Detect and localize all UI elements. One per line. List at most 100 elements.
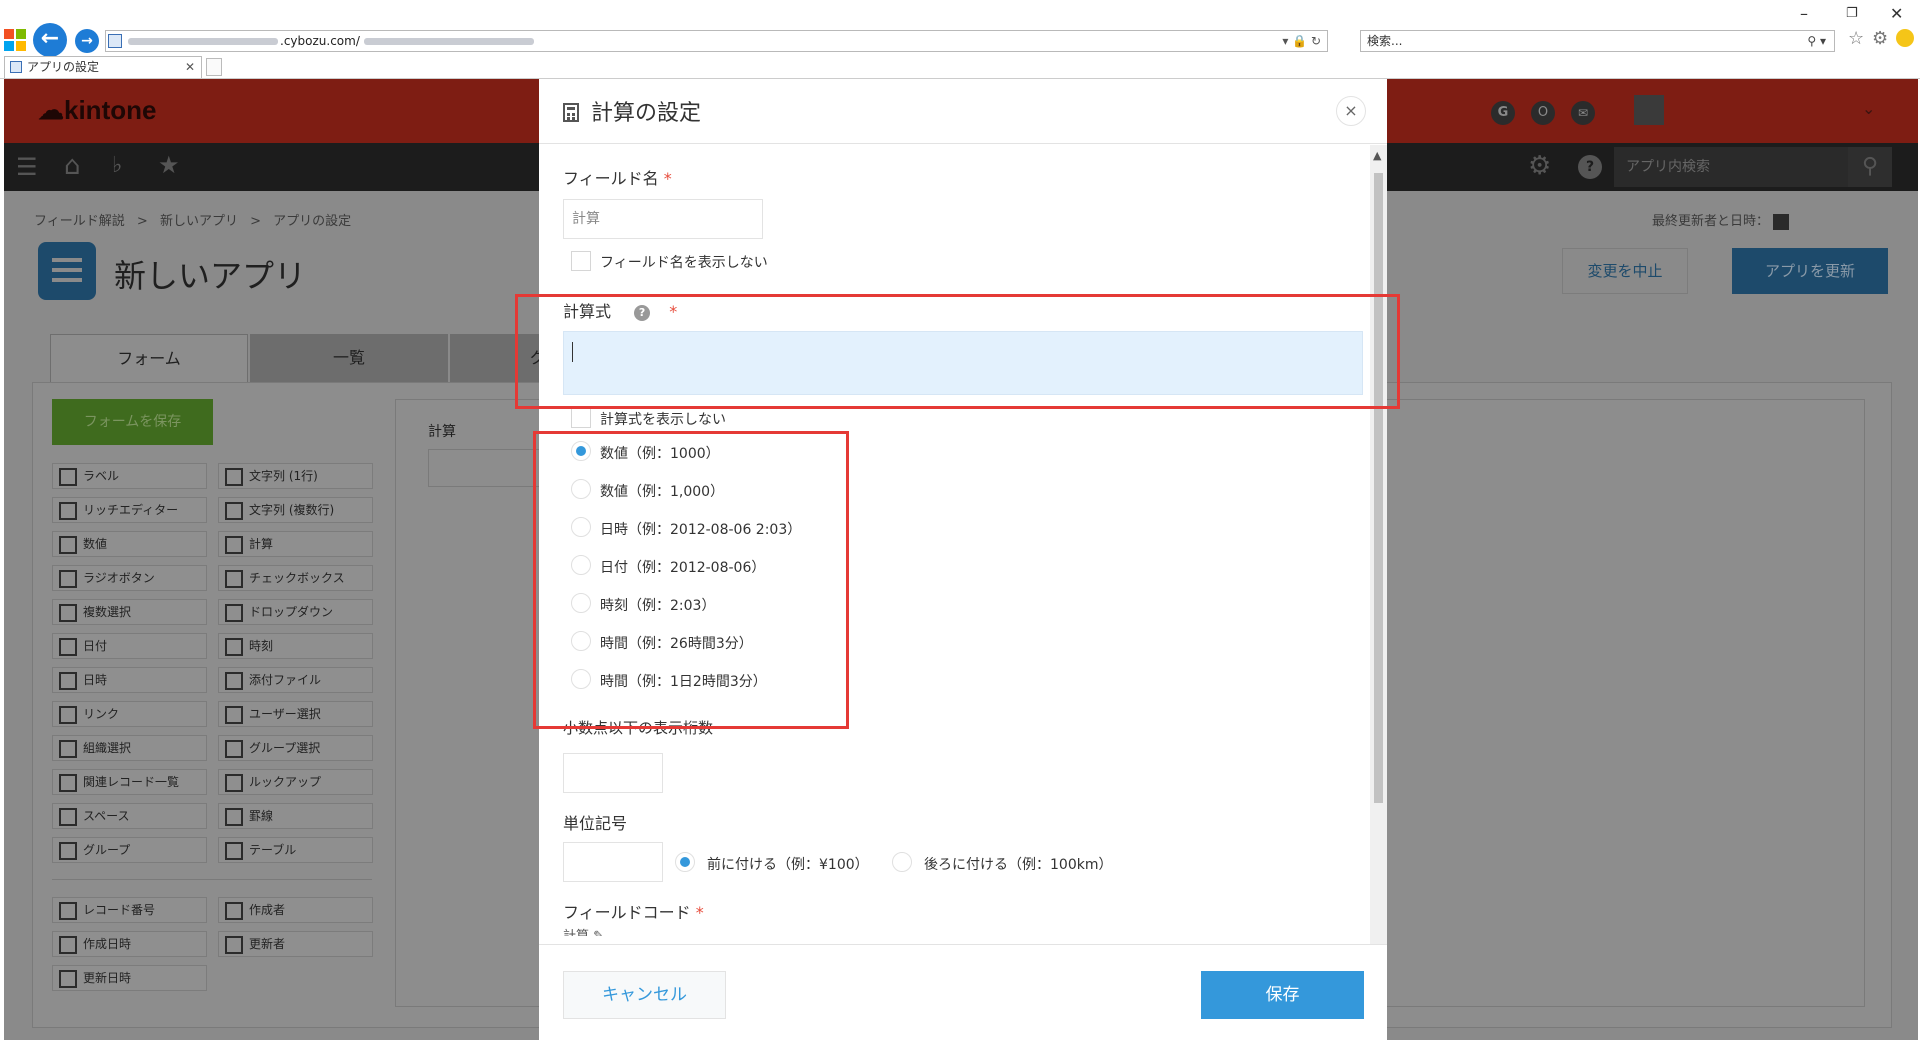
app-search-input[interactable]: アプリ内検索 [1614,147,1848,187]
palette-item[interactable]: 日時 [52,667,207,693]
cloud-icon: ☁ [38,95,64,125]
palette-item[interactable]: 罫線 [218,803,373,829]
save-button[interactable]: 保存 [1201,971,1364,1019]
breadcrumb-item[interactable]: 新しいアプリ [160,214,238,229]
settings-gear-icon[interactable]: ⚙ [1872,28,1888,49]
breadcrumb-item[interactable]: フィールド解説 [34,214,125,229]
palette-item[interactable]: ユーザー選択 [218,701,373,727]
star-icon[interactable]: ★ [158,151,180,179]
palette-item[interactable]: 日付 [52,633,207,659]
address-bar[interactable]: .cybozu.com/ ▾ 🔒 ↻ [105,30,1328,52]
palette-item[interactable]: リンク [52,701,207,727]
scrollbar[interactable]: ▲ ▼ [1370,145,1387,1023]
update-app-button[interactable]: アプリを更新 [1732,248,1888,294]
palette-item[interactable]: 数値 [52,531,207,557]
unit-input[interactable] [563,842,663,882]
unit-before-label: 前に付ける（例：¥100） [707,857,869,873]
field-type-icon [225,671,243,690]
field-type-icon [225,569,243,588]
unit-before-radio[interactable] [675,852,695,872]
palette-item[interactable]: 更新日時 [52,965,207,991]
scroll-thumb[interactable] [1374,173,1383,803]
unit-label: 単位記号 [563,814,628,833]
mail-icon[interactable]: ✉ [1571,101,1595,125]
palette-item[interactable]: 更新者 [218,931,373,957]
tab-title: アプリの設定 [27,60,100,74]
restore-button[interactable]: ❐ [1846,6,1858,21]
breadcrumb-item: アプリの設定 [273,214,352,229]
required-mark: * [663,169,672,188]
palette-item[interactable]: リッチエディター [52,497,207,523]
palette-item[interactable]: スペース [52,803,207,829]
close-dialog-button[interactable]: × [1336,96,1366,126]
field-name-input[interactable]: 計算 [563,199,763,239]
palette-item[interactable]: テーブル [218,837,373,863]
palette-item[interactable]: ラベル [52,463,207,489]
palette-item-label: 日時 [83,673,108,687]
palette-item-label: ルックアップ [249,775,322,789]
palette-item[interactable]: 文字列 (複数行) [218,497,373,523]
hide-field-name-checkbox[interactable] [571,251,591,271]
palette-item[interactable]: 時刻 [218,633,373,659]
google-icon[interactable]: G [1491,101,1515,125]
browser-tab[interactable]: アプリの設定 ✕ [4,56,202,78]
smiley-icon[interactable] [1896,29,1914,47]
palette-item[interactable]: グループ選択 [218,735,373,761]
new-tab-button[interactable] [206,58,222,76]
canvas-field-label: 計算 [428,424,456,440]
kintone-logo[interactable]: ☁kintone [38,95,156,126]
tab-form[interactable]: フォーム [50,334,248,382]
home-icon[interactable]: ⌂ [64,151,81,181]
close-window-button[interactable]: ✕ [1890,4,1903,23]
breadcrumb: フィールド解説 > 新しいアプリ > アプリの設定 [34,210,351,229]
palette-item[interactable]: ドロップダウン [218,599,373,625]
palette-item[interactable]: 作成日時 [52,931,207,957]
calculator-icon [563,103,579,122]
chevron-down-icon[interactable]: ⌄ [1862,99,1875,118]
forward-button[interactable]: → [75,29,99,53]
favorites-icon[interactable]: ☆ [1848,28,1864,49]
cancel-button[interactable]: キャンセル [563,971,726,1019]
tab-list[interactable]: 一覧 [250,334,448,382]
palette-item[interactable]: 複数選択 [52,599,207,625]
palette-item[interactable]: ルックアップ [218,769,373,795]
hide-formula-checkbox[interactable] [571,408,591,428]
app-search-button[interactable]: ⚲ [1848,147,1892,187]
palette-item[interactable]: 作成者 [218,897,373,923]
highlight-format-box [533,431,849,729]
palette-item[interactable]: チェックボックス [218,565,373,591]
palette-item[interactable]: 添付ファイル [218,667,373,693]
decimal-places-input[interactable] [563,753,663,793]
menu-icon[interactable]: ☰ [16,153,38,181]
palette-item[interactable]: レコード番号 [52,897,207,923]
gear-icon[interactable]: ⚙ [1528,151,1551,181]
scroll-up-icon[interactable]: ▲ [1373,149,1381,162]
lock-refresh-icon[interactable]: ▾ 🔒 ↻ [1282,31,1321,51]
palette-item[interactable]: ラジオボタン [52,565,207,591]
user-avatar[interactable] [1634,95,1664,125]
required-mark: * [695,903,704,922]
field-type-icon [59,569,77,588]
edit-icon[interactable]: ✎ [593,929,604,936]
palette-item[interactable]: グループ [52,837,207,863]
palette-divider [52,879,372,880]
palette-item-label: レコード番号 [83,903,156,917]
bell-icon[interactable]: ♭ [112,153,122,178]
palette-item[interactable]: 関連レコード一覧 [52,769,207,795]
minimize-button[interactable]: – [1800,4,1808,23]
canvas-field-input [428,449,548,487]
unit-after-radio[interactable] [892,852,912,872]
user-icon [1773,213,1790,230]
browser-search-input[interactable]: 検索... ⚲ ▾ [1360,30,1835,52]
search-icon[interactable]: ⚲ ▾ [1807,31,1826,51]
help-icon[interactable]: ? [1578,155,1602,179]
field-type-icon [59,901,77,920]
office-icon[interactable]: O [1531,101,1555,125]
back-button[interactable]: ← [33,23,67,57]
cancel-changes-button[interactable]: 変更を中止 [1562,248,1688,294]
palette-item[interactable]: 組織選択 [52,735,207,761]
palette-item[interactable]: 文字列 (1行) [218,463,373,489]
save-form-button[interactable]: フォームを保存 [52,399,213,445]
close-tab-icon[interactable]: ✕ [185,57,195,77]
palette-item[interactable]: 計算 [218,531,373,557]
